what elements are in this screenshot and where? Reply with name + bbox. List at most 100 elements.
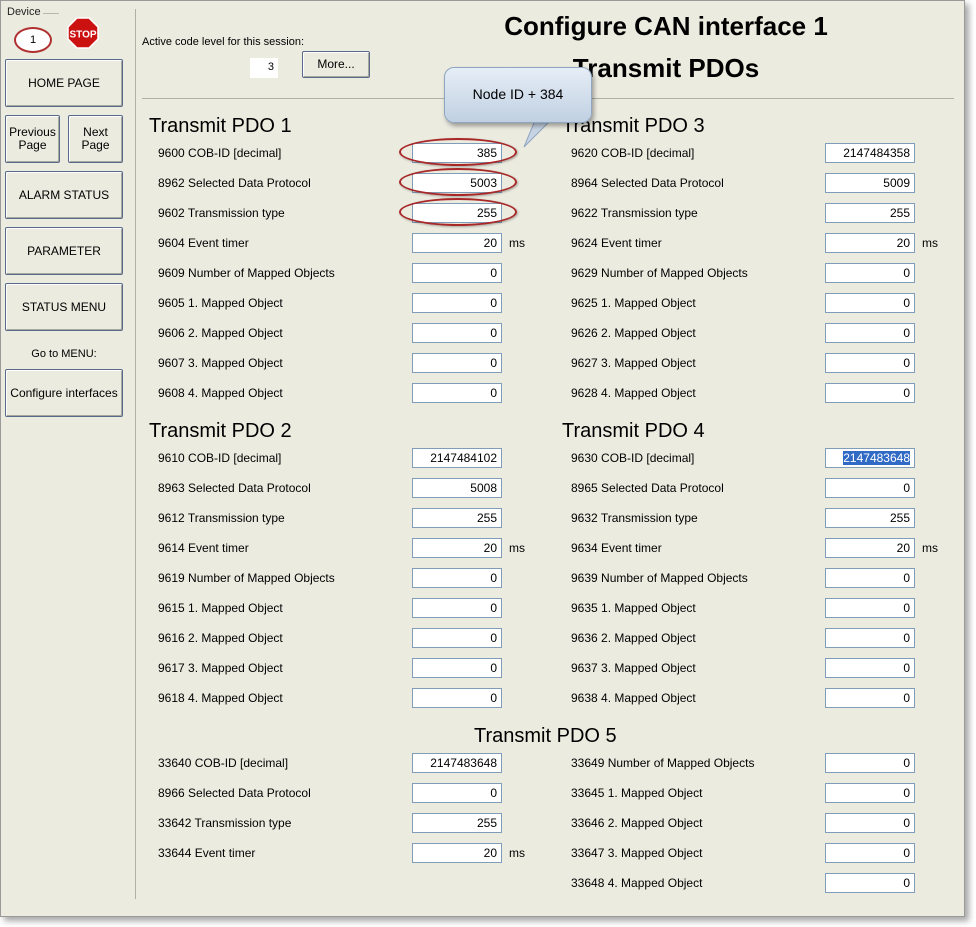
parameter-button[interactable]: PARAMETER	[5, 227, 123, 275]
param-label: 9625 1. Mapped Object	[571, 296, 696, 310]
param-value-text: 0	[490, 571, 497, 585]
param-label: 9628 4. Mapped Object	[571, 386, 696, 400]
param-value-field[interactable]: 2147483648	[412, 753, 502, 773]
param-label: 9629 Number of Mapped Objects	[571, 266, 748, 280]
alarm-status-button[interactable]: ALARM STATUS	[5, 171, 123, 219]
param-value-field[interactable]: 0	[412, 628, 502, 648]
param-label: 33648 4. Mapped Object	[571, 876, 703, 890]
param-value-field[interactable]: 0	[825, 383, 915, 403]
param-value-field[interactable]: 20	[825, 233, 915, 253]
param-value-field[interactable]: 5008	[412, 478, 502, 498]
param-label: 8963 Selected Data Protocol	[158, 481, 311, 495]
param-value-text: 0	[903, 846, 910, 860]
param-value-field[interactable]: 0	[825, 783, 915, 803]
previous-page-button[interactable]: Previous Page	[5, 115, 60, 163]
param-value-field[interactable]: 0	[412, 568, 502, 588]
param-label: 9624 Event timer	[571, 236, 662, 250]
configure-interfaces-button-label: Configure interfaces	[10, 385, 118, 400]
param-value-field[interactable]: 20	[412, 233, 502, 253]
param-value-text: 0	[903, 266, 910, 280]
param-value-text: 0	[903, 786, 910, 800]
param-value-field[interactable]: 0	[412, 263, 502, 283]
param-value-text: 5003	[470, 176, 497, 190]
param-value-field[interactable]: 0	[825, 843, 915, 863]
param-value-field[interactable]: 2147484102	[412, 448, 502, 468]
param-value-field[interactable]: 255	[412, 203, 502, 223]
param-value-text: 0	[903, 571, 910, 585]
param-value-field[interactable]: 385	[412, 143, 502, 163]
param-value-field[interactable]: 0	[412, 658, 502, 678]
param-value-field[interactable]: 0	[825, 813, 915, 833]
group-title-pdo2: Transmit PDO 2	[149, 420, 292, 442]
unit-ms-label: ms	[509, 846, 525, 860]
param-value-field[interactable]: 0	[825, 478, 915, 498]
param-value-field[interactable]: 0	[412, 688, 502, 708]
param-value-field[interactable]: 255	[412, 508, 502, 528]
param-value-field[interactable]: 0	[825, 598, 915, 618]
param-value-field[interactable]: 255	[825, 203, 915, 223]
param-value-field[interactable]: 20	[825, 538, 915, 558]
device-number-field[interactable]: 1	[14, 27, 52, 53]
param-value-text: 255	[889, 206, 910, 220]
group-title-pdo1: Transmit PDO 1	[149, 115, 292, 137]
param-value-text: 0	[490, 661, 497, 675]
param-label: 9607 3. Mapped Object	[158, 356, 283, 370]
param-value-field[interactable]: 20	[412, 843, 502, 863]
previous-page-button-label: Previous Page	[9, 125, 56, 152]
stop-icon[interactable]: STOP	[67, 17, 99, 49]
param-value-text: 385	[476, 146, 497, 160]
param-value-field[interactable]: 5009	[825, 173, 915, 193]
more-button[interactable]: More...	[302, 51, 370, 78]
param-value-text: 0	[490, 386, 497, 400]
param-value-field[interactable]: 0	[412, 783, 502, 803]
param-label: 33649 Number of Mapped Objects	[571, 756, 755, 770]
param-value-field[interactable]: 0	[825, 263, 915, 283]
param-label: 9632 Transmission type	[571, 511, 698, 525]
param-value-field[interactable]: 255	[825, 508, 915, 528]
param-value-field[interactable]: 0	[825, 323, 915, 343]
param-label: 33645 1. Mapped Object	[571, 786, 703, 800]
param-value-field[interactable]: 0	[825, 753, 915, 773]
param-value-field[interactable]: 0	[825, 688, 915, 708]
param-value-text: 0	[903, 601, 910, 615]
param-value-field[interactable]: 0	[412, 323, 502, 343]
param-value-field[interactable]: 0	[412, 353, 502, 373]
param-value-text: 2147484102	[430, 451, 497, 465]
param-value-field[interactable]: 0	[825, 568, 915, 588]
param-value-text: 255	[476, 511, 497, 525]
param-value-field[interactable]: 0	[825, 628, 915, 648]
param-value-field[interactable]: 0	[825, 658, 915, 678]
param-value-text: 2147483648	[430, 756, 497, 770]
param-value-field[interactable]: 255	[412, 813, 502, 833]
param-value-text: 20	[896, 541, 910, 555]
param-value-field[interactable]: 2147483648	[825, 448, 915, 468]
home-page-button[interactable]: HOME PAGE	[5, 59, 123, 107]
param-value-text: 0	[903, 661, 910, 675]
param-value-field[interactable]: 0	[825, 873, 915, 893]
param-value-field[interactable]: 20	[412, 538, 502, 558]
next-page-button[interactable]: Next Page	[68, 115, 123, 163]
param-value-text: 0	[903, 756, 910, 770]
param-label: 9602 Transmission type	[158, 206, 285, 220]
param-value-field[interactable]: 0	[412, 598, 502, 618]
device-group: Device 1	[4, 5, 59, 53]
param-value-field[interactable]: 5003	[412, 173, 502, 193]
param-value-text: 20	[896, 236, 910, 250]
main-window: Device 1 STOP HOME PAGE Previous Page Nex…	[0, 0, 965, 917]
param-value-field[interactable]: 0	[412, 383, 502, 403]
param-value-text: 0	[490, 326, 497, 340]
param-label: 9635 1. Mapped Object	[571, 601, 696, 615]
param-label: 9619 Number of Mapped Objects	[158, 571, 335, 585]
param-label: 9600 COB-ID [decimal]	[158, 146, 282, 160]
param-label: 33640 COB-ID [decimal]	[158, 756, 289, 770]
param-label: 9616 2. Mapped Object	[158, 631, 283, 645]
param-value-field[interactable]: 2147484358	[825, 143, 915, 163]
configure-interfaces-button[interactable]: Configure interfaces	[5, 369, 123, 417]
param-value-field[interactable]: 0	[825, 353, 915, 373]
group-title-pdo5: Transmit PDO 5	[474, 725, 617, 747]
param-value-field[interactable]: 0	[412, 293, 502, 313]
param-value-field[interactable]: 0	[825, 293, 915, 313]
status-menu-button[interactable]: STATUS MENU	[5, 283, 123, 331]
param-value-text: 0	[903, 386, 910, 400]
param-value-text: 255	[476, 816, 497, 830]
